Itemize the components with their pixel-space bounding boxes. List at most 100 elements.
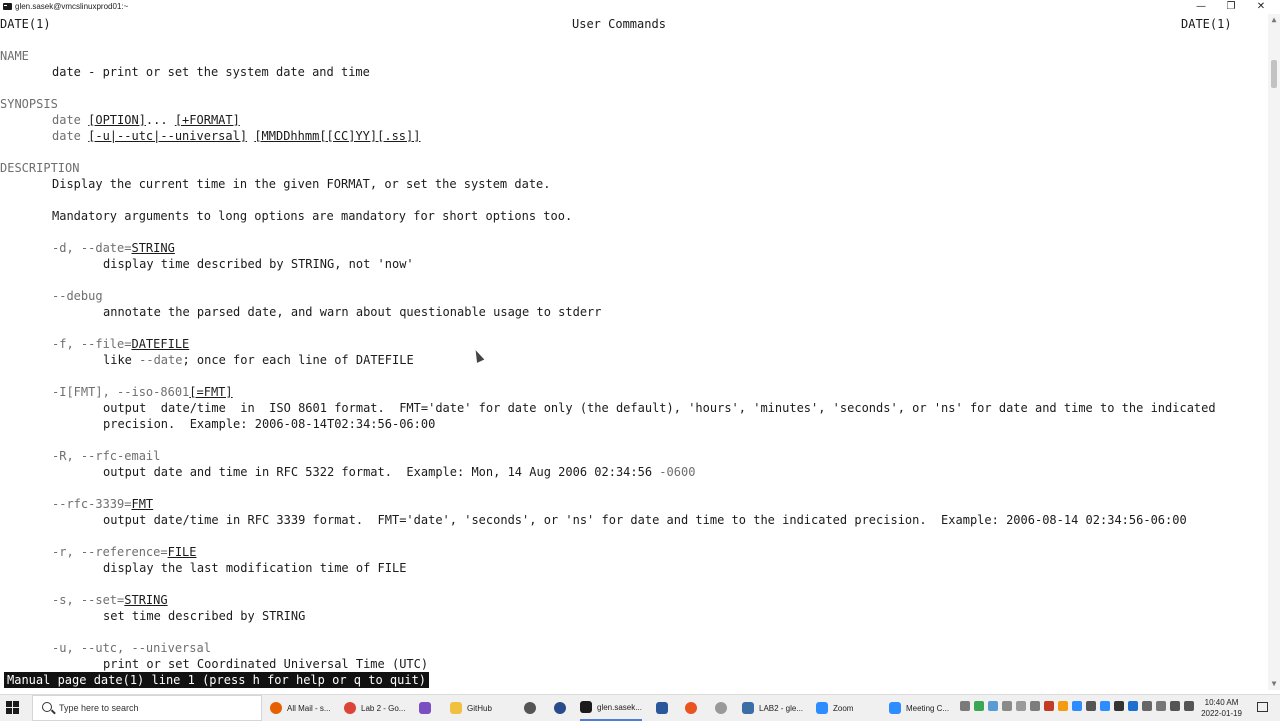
option-description-text: like <box>103 353 140 367</box>
option-description: output date/time in RFC 3339 format. FMT… <box>103 513 1187 527</box>
taskbar-search-box[interactable]: Type here to search <box>32 695 262 721</box>
option-arg: DATEFILE <box>131 337 190 351</box>
tray-app-icon[interactable] <box>1030 701 1040 711</box>
tray-app-icon[interactable] <box>1156 701 1166 711</box>
option-description: print or set Coordinated Universal Time … <box>103 657 429 671</box>
taskbar-app-chrome[interactable]: Lab 2 - Go... <box>344 695 405 721</box>
scroll-up-arrow-icon[interactable]: ▲ <box>1268 14 1280 26</box>
notification-center-icon[interactable] <box>1257 702 1268 712</box>
option-arg: [=FMT] <box>189 385 233 399</box>
option-debug: --debug <box>52 289 103 303</box>
ubuntu-icon[interactable] <box>685 702 697 714</box>
taskbar-app-label: All Mail - s... <box>287 703 331 713</box>
minimize-button[interactable]: — <box>1186 0 1216 14</box>
tray-app-icon[interactable] <box>974 701 984 711</box>
option-description: display the last modification time of FI… <box>103 561 407 575</box>
taskbar-app-label: GitHub <box>467 703 492 713</box>
option-flag: -r, --reference= <box>52 545 168 559</box>
settings-gear-icon[interactable] <box>524 702 536 714</box>
vertical-scrollbar[interactable]: ▲ ▼ <box>1268 14 1280 690</box>
tray-app-icon[interactable] <box>1086 701 1096 711</box>
system-tray <box>960 701 1194 715</box>
tray-app-icon[interactable] <box>1016 701 1026 711</box>
firefox-icon <box>270 702 282 714</box>
remote-desktop-icon <box>742 702 754 714</box>
synopsis-command: date <box>52 129 89 143</box>
tray-app-icon[interactable] <box>1058 701 1068 711</box>
man-header-right: DATE(1) <box>1181 17 1232 31</box>
terminal-content[interactable]: DATE(1) User Commands DATE(1) NAME date … <box>0 14 1268 690</box>
scrollbar-thumb[interactable] <box>1271 60 1277 88</box>
taskbar-app-label: Zoom <box>833 703 854 713</box>
synopsis-line-2: date [-u|--utc|--universal] [MMDDhhmm[[C… <box>52 128 420 144</box>
taskbar-app-terminal[interactable]: glen.sasek... <box>580 695 642 721</box>
section-description-heading: DESCRIPTION <box>0 161 80 175</box>
terminal-icon <box>580 701 592 713</box>
vpn-lock-icon[interactable] <box>554 702 566 714</box>
taskbar-clock[interactable]: 10:40 AM 2022-01-19 <box>1201 697 1242 719</box>
window-title: glen.sasek@vmcslinuxprod01:~ <box>15 2 129 11</box>
synopsis-utc-option: [-u|--utc|--universal] <box>88 129 248 143</box>
description-text: Mandatory arguments to long options are … <box>52 209 573 223</box>
tray-app-icon[interactable] <box>988 701 998 711</box>
tray-app-icon[interactable] <box>1100 701 1110 711</box>
tray-volume-icon[interactable] <box>1184 701 1194 711</box>
option-flag: --rfc-3339= <box>52 497 132 511</box>
taskbar-app-firefox[interactable]: All Mail - s... <box>270 695 331 721</box>
folder-icon <box>450 702 462 714</box>
windows-start-icon[interactable] <box>6 701 20 715</box>
option-description: output date and time in RFC 5322 format.… <box>103 464 695 480</box>
maximize-button[interactable]: ❐ <box>1216 0 1246 14</box>
scroll-down-arrow-icon[interactable]: ▼ <box>1268 678 1280 690</box>
zoom-meeting-icon <box>889 702 901 714</box>
man-header-left: DATE(1) <box>0 17 51 31</box>
option-description: set time described by STRING <box>103 609 306 623</box>
window-title-bar: glen.sasek@vmcslinuxprod01:~ — ❐ ✕ <box>0 0 1280 14</box>
option-set: -s, --set=STRING <box>52 592 168 608</box>
option-arg: FMT <box>131 497 154 511</box>
option-utc: -u, --utc, --universal <box>52 641 211 655</box>
tray-bluetooth-icon[interactable] <box>1128 701 1138 711</box>
option-flag: -s, --set= <box>52 593 125 607</box>
description-text: Display the current time in the given FO… <box>52 177 551 191</box>
option-iso-8601: -I[FMT], --iso-8601[=FMT] <box>52 384 233 400</box>
option-date: -d, --date=STRING <box>52 240 175 256</box>
word-icon[interactable] <box>656 702 668 714</box>
synopsis-ellipsis: ... <box>145 113 175 127</box>
taskbar-app-label: Meeting C... <box>906 703 950 713</box>
terminal-app-icon <box>3 3 12 10</box>
visual-studio-icon[interactable] <box>419 702 431 714</box>
zoom-icon <box>816 702 828 714</box>
option-reference: --date <box>139 353 183 367</box>
option-arg: STRING <box>131 241 175 255</box>
search-icon <box>42 702 52 712</box>
tray-wifi-icon[interactable] <box>1170 701 1180 711</box>
search-placeholder: Type here to search <box>59 703 139 713</box>
chrome-icon <box>344 702 356 714</box>
synopsis-option: [OPTION] <box>88 113 146 127</box>
clock-time: 10:40 AM <box>1204 698 1239 707</box>
taskbar-app-zoom[interactable]: Zoom <box>816 695 853 721</box>
taskbar-app-remote-desktop[interactable]: LAB2 - gle... <box>742 695 803 721</box>
synopsis-command: date <box>52 113 89 127</box>
network-tool-icon[interactable] <box>715 702 727 714</box>
tray-cloud-icon[interactable] <box>1002 701 1012 711</box>
option-flag: -f, --file= <box>52 337 132 351</box>
option-reference: -r, --reference=FILE <box>52 544 197 560</box>
tray-network-icon[interactable] <box>960 701 970 711</box>
tray-app-icon[interactable] <box>1044 701 1054 711</box>
tray-zoom-icon[interactable] <box>1072 701 1082 711</box>
section-synopsis-heading: SYNOPSIS <box>0 97 58 111</box>
taskbar-app-label: glen.sasek... <box>597 702 642 712</box>
option-rfc-email: -R, --rfc-email <box>52 449 161 463</box>
taskbar-app-zoom-meeting[interactable]: Meeting C... <box>889 695 949 721</box>
clock-date: 2022-01-19 <box>1201 709 1242 718</box>
synopsis-format: [+FORMAT] <box>174 113 240 127</box>
tray-vpn-icon[interactable] <box>1142 701 1152 711</box>
taskbar-app-label: Lab 2 - Go... <box>361 703 406 713</box>
close-button[interactable]: ✕ <box>1246 0 1276 14</box>
name-description: date - print or set the system date and … <box>52 65 370 79</box>
tray-microphone-icon[interactable] <box>1114 701 1124 711</box>
windows-taskbar: Type here to search All Mail - s... Lab … <box>0 694 1280 721</box>
taskbar-app-github-folder[interactable]: GitHub <box>450 695 492 721</box>
